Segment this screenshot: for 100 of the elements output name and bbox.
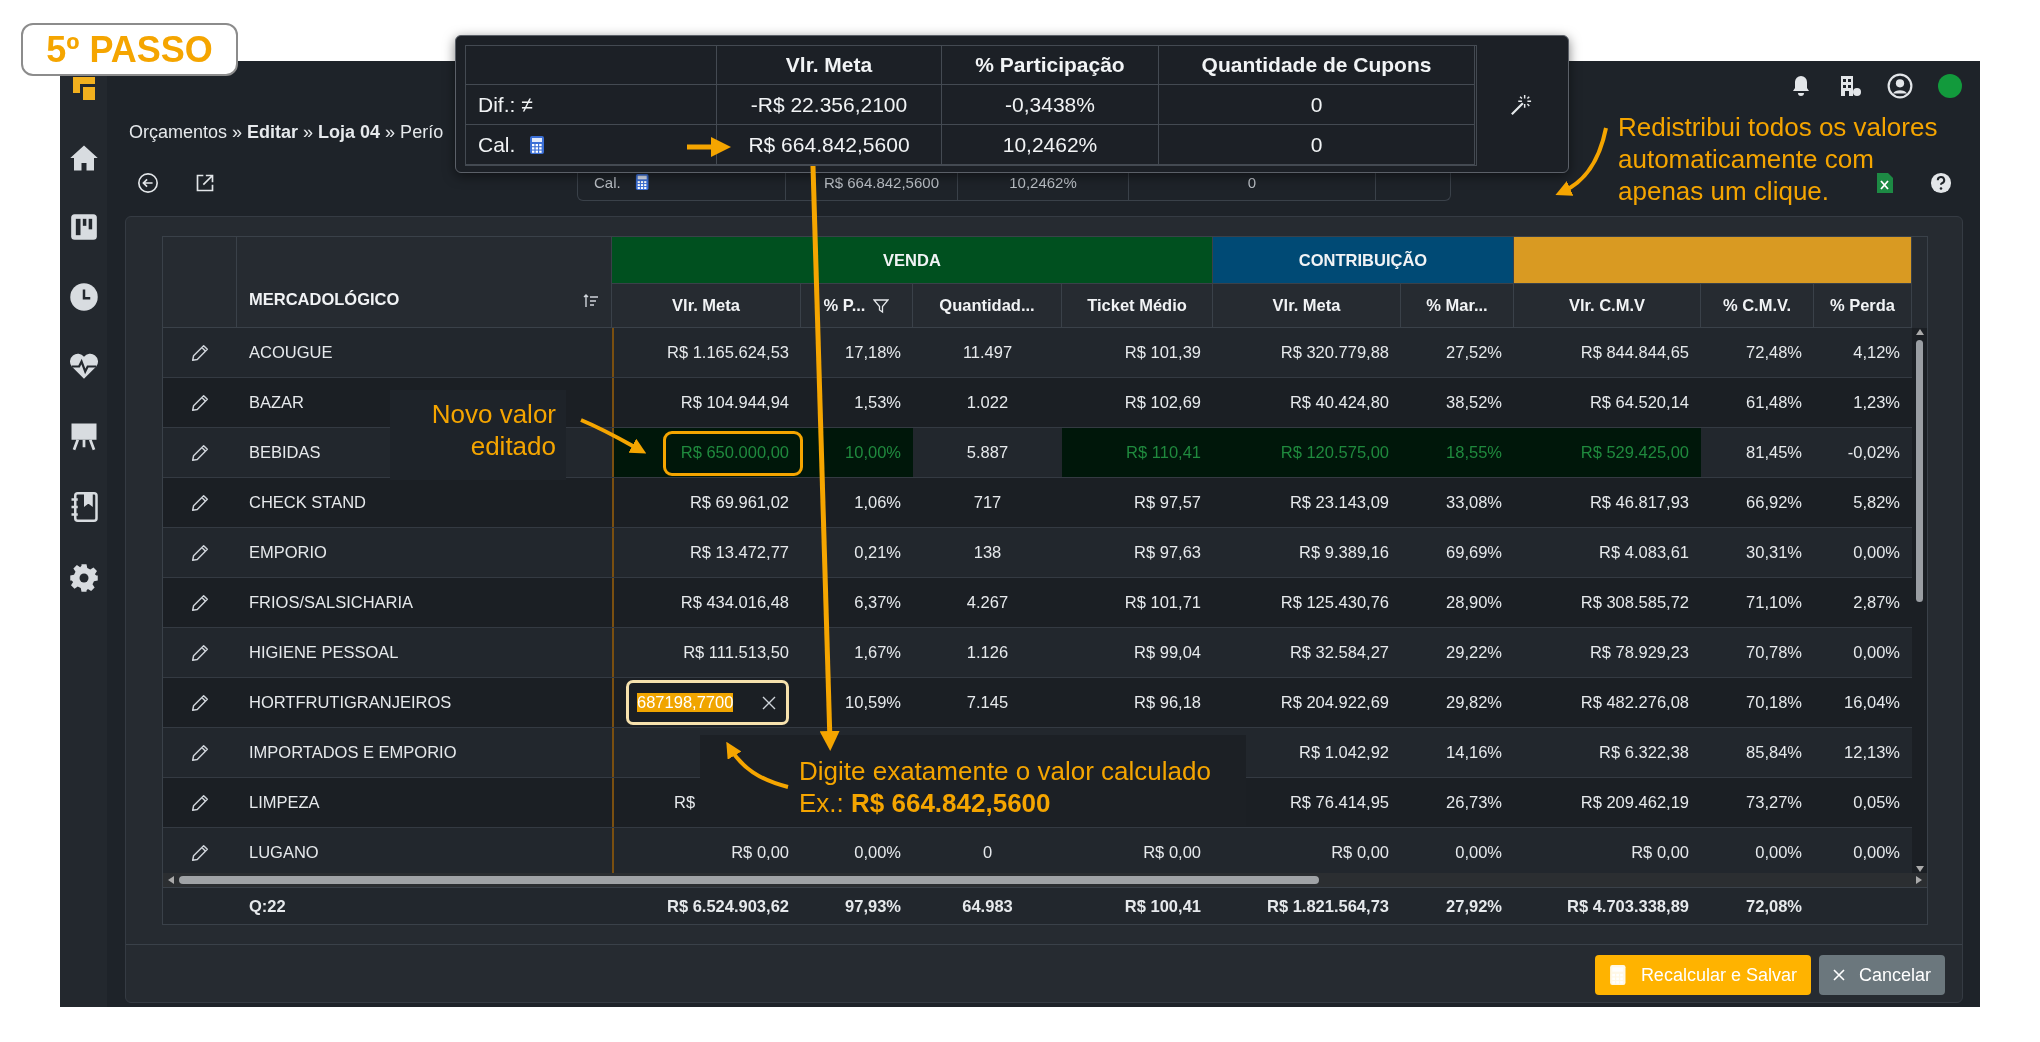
table-cell: 11.497 xyxy=(962,343,1013,362)
total-count: Q:22 xyxy=(249,896,286,916)
table-cell: 10,00% xyxy=(845,443,901,462)
table-cell: 0,21% xyxy=(854,543,901,562)
home-icon[interactable] xyxy=(68,144,99,172)
column-group-header: CONTRIBUIÇÃO xyxy=(1213,237,1514,284)
table-cell: R$ 1.042,92 xyxy=(1299,743,1389,762)
category-name: ACOUGUE xyxy=(249,343,333,362)
category-name: IMPORTADOS E EMPORIO xyxy=(249,743,457,762)
magic-wand-icon[interactable] xyxy=(1510,94,1532,116)
table-cell: R$ 664.842,5600 xyxy=(748,132,910,157)
table-cell: 0,00% xyxy=(1755,843,1802,862)
table-cell: 26,73% xyxy=(1446,793,1502,812)
table-cell: 0 xyxy=(1310,92,1323,117)
table-cell: R$ 0,00 xyxy=(731,843,789,862)
table-cell: R$ 650.000,00 xyxy=(680,443,789,462)
column-header[interactable]: % Mar... xyxy=(1426,296,1488,315)
table-cell: R$ 110,41 xyxy=(1126,443,1201,462)
table-cell: 7.145 xyxy=(966,693,1009,712)
column-header[interactable]: Vlr. C.M.V xyxy=(1568,296,1646,315)
table-cell: R$ 6.322,38 xyxy=(1599,743,1689,762)
category-name: LIMPEZA xyxy=(249,793,320,812)
table-cell: R$ 9.389,16 xyxy=(1299,543,1389,562)
table-cell: R$ 529.425,00 xyxy=(1580,443,1689,462)
table-cell: R$ 1.165.624,53 xyxy=(666,343,789,362)
table-cell: 61,48% xyxy=(1746,393,1802,412)
column-header: Vlr. Meta xyxy=(785,53,873,77)
scroll-left-icon[interactable] xyxy=(167,875,175,885)
table-cell: -R$ 22.356,2100 xyxy=(750,92,908,117)
column-header[interactable]: % C.M.V. xyxy=(1722,296,1792,315)
category-name: BEBIDAS xyxy=(249,443,321,462)
spreadsheet-icon[interactable] xyxy=(1876,171,1894,194)
category-name: BAZAR xyxy=(249,393,304,412)
column-header[interactable]: Vlr. Meta xyxy=(1272,296,1341,315)
table-cell: R$ 111.513,50 xyxy=(683,643,789,662)
table-cell: 1,53% xyxy=(854,393,901,412)
table-cell: R$ 4.083,61 xyxy=(1599,543,1689,562)
table-cell: R$ 120.575,00 xyxy=(1280,443,1389,462)
callout-text: Ex.: R$ 664.842,5600 xyxy=(799,787,1052,819)
table-cell: 0 xyxy=(982,843,993,862)
building-icon[interactable] xyxy=(1838,73,1862,98)
table-cell: 5.887 xyxy=(966,443,1009,462)
table-cell: R$ 69.961,02 xyxy=(689,493,789,512)
clear-icon[interactable] xyxy=(762,695,776,710)
table-cell: 0,00% xyxy=(1853,643,1900,662)
table-cell: R$ 320.779,88 xyxy=(1280,343,1389,362)
settings-icon[interactable] xyxy=(68,563,99,593)
category-name: CHECK STAND xyxy=(249,493,367,512)
table-cell: 85,84% xyxy=(1746,743,1802,762)
scroll-right-icon[interactable] xyxy=(1915,875,1923,885)
column-header[interactable]: Quantidad... xyxy=(939,296,1035,315)
column-header[interactable]: Ticket Médio xyxy=(1087,296,1187,315)
column-header[interactable]: Vlr. Meta xyxy=(672,296,740,315)
table-cell: -0,02% xyxy=(1847,443,1900,462)
table-cell: 29,82% xyxy=(1446,693,1502,712)
callout-text: Redistribui todos os valores xyxy=(1618,112,1938,142)
total-cell: 64.983 xyxy=(962,896,1013,916)
column-header: % Participação xyxy=(975,53,1125,77)
clock-icon[interactable] xyxy=(68,282,99,312)
table-cell: R$ 97,57 xyxy=(1134,493,1201,512)
help-icon[interactable] xyxy=(1930,171,1952,194)
table-cell: 69,69% xyxy=(1446,543,1502,562)
scrollbar-thumb[interactable] xyxy=(1916,340,1923,602)
table-cell: R$ 125.430,76 xyxy=(1280,593,1389,612)
pointer-arrow xyxy=(687,137,731,157)
filter-icon[interactable] xyxy=(873,297,890,314)
table-cell: R$ 434.016,48 xyxy=(680,593,789,612)
notebook-icon[interactable] xyxy=(69,492,98,522)
calculator-icon xyxy=(634,173,650,191)
vertical-scrollbar[interactable] xyxy=(1912,328,1927,873)
back-icon[interactable] xyxy=(137,171,159,194)
table-cell: 2,87% xyxy=(1853,593,1900,612)
status-dot xyxy=(1938,73,1962,98)
external-link-icon[interactable] xyxy=(195,172,215,193)
table-cell: 70,18% xyxy=(1746,693,1802,712)
user-icon[interactable] xyxy=(1887,72,1913,99)
table-cell: 0,00% xyxy=(854,843,901,862)
table-cell: -0,3438% xyxy=(1005,92,1095,117)
total-cell: R$ 1.821.564,73 xyxy=(1266,896,1389,916)
table-cell: 29,22% xyxy=(1446,643,1502,662)
table-cell: 17,18% xyxy=(845,343,901,362)
breadcrumb: Orçamentos » Editar » Loja 04 » Perío xyxy=(129,122,444,143)
table-cell: R$ 204.922,69 xyxy=(1280,693,1389,712)
calculator-icon xyxy=(1609,964,1627,986)
table-cell: 72,48% xyxy=(1746,343,1802,362)
column-header[interactable]: % Perda xyxy=(1829,296,1896,315)
horizontal-scrollbar[interactable] xyxy=(163,873,1927,887)
table-cell: 5,82% xyxy=(1853,493,1900,512)
summary-value: 0 xyxy=(1247,173,1257,191)
table-cell: 73,27% xyxy=(1746,793,1802,812)
scrollbar-thumb[interactable] xyxy=(179,876,1319,884)
column-header[interactable]: % P... xyxy=(823,296,866,315)
table-cell: R$ 97,63 xyxy=(1134,543,1201,562)
cancel-button[interactable]: Cancelar xyxy=(1818,955,1945,995)
table-cell: 12,13% xyxy=(1844,743,1900,762)
table-cell: R$ 78.929,23 xyxy=(1589,643,1689,662)
heart-pulse-icon[interactable] xyxy=(68,353,99,380)
board-icon[interactable] xyxy=(69,213,98,241)
sort-icon[interactable] xyxy=(583,293,599,309)
table-cell: 14,16% xyxy=(1446,743,1502,762)
